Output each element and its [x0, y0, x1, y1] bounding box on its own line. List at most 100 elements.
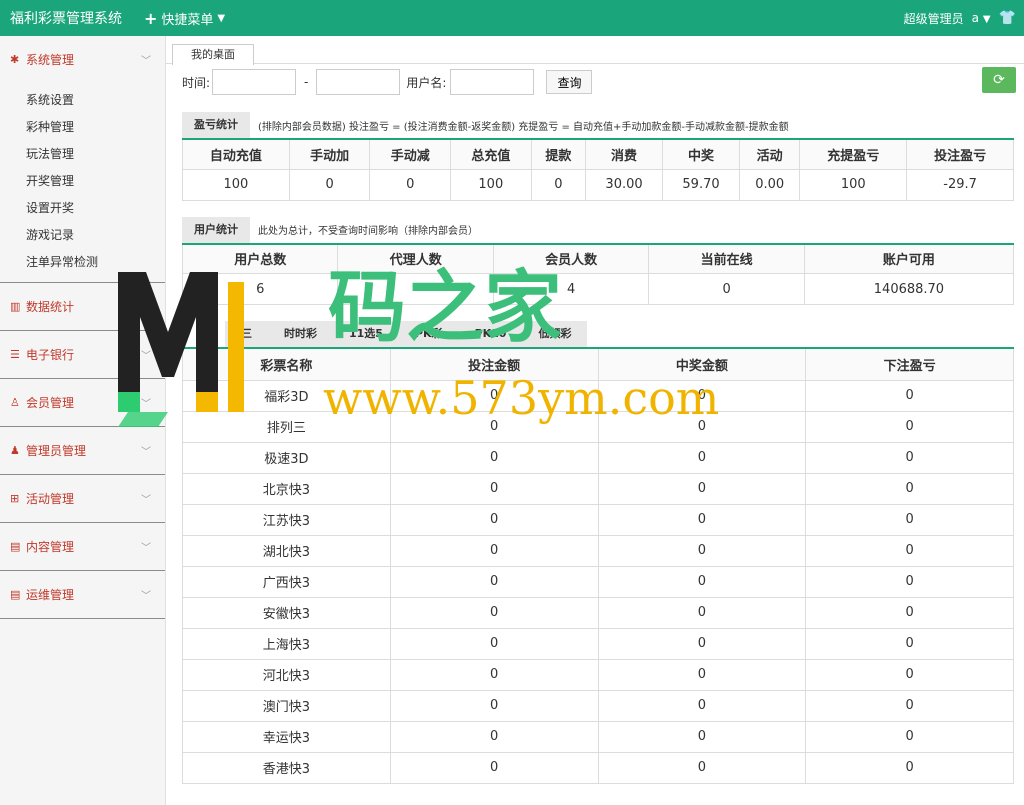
table-cell: 0 — [530, 168, 587, 201]
users-section-head: 用户统计 此处为总计，不受查询时间影响（排除内部会员） — [182, 216, 1024, 243]
table-cell: 0 — [389, 627, 599, 660]
table-cell: 0 — [648, 273, 805, 305]
tab-lottery-1[interactable]: 三 — [225, 321, 268, 347]
users-table: 用户总数 代理人数 会员人数 当前在线 账户可用 6 4 0 140688.70 — [181, 242, 1015, 305]
sidebar-subitem[interactable]: 玩法管理 — [0, 141, 165, 168]
sidebar-item-system[interactable]: ✱ 系统管理 ﹀ — [0, 36, 165, 83]
tab-my-desktop[interactable]: 我的桌面 — [172, 44, 254, 65]
table-cell: 59.70 — [662, 168, 741, 201]
username-label: 用户名: — [406, 75, 447, 90]
table-cell: 排列三 — [182, 410, 391, 443]
table-cell: 0 — [597, 441, 807, 474]
quick-menu-button[interactable]: + 快捷菜单 ▼ — [144, 9, 225, 28]
table-cell: 极速3D — [182, 441, 391, 474]
admin-icon: ♟ — [10, 444, 20, 457]
query-button[interactable]: 查询 — [546, 70, 593, 94]
table-cell: 广西快3 — [182, 565, 391, 598]
table-cell: 0 — [597, 720, 807, 753]
user-role: 超级管理员 — [903, 11, 964, 26]
table-cell: 0 — [805, 441, 1014, 474]
table-cell: 江苏快3 — [182, 503, 391, 536]
sidebar-label: 会员管理 — [26, 396, 75, 410]
sidebar-subitem[interactable]: 注单异常检测 — [0, 249, 165, 276]
table-row: 幸运快3 0 0 0 — [182, 720, 1014, 753]
column-header: 自动充值 — [182, 138, 290, 170]
chevron-down-icon: ﹀ — [141, 56, 151, 67]
sidebar-subitem[interactable]: 彩种管理 — [0, 114, 165, 141]
column-header: 总充值 — [450, 138, 532, 170]
table-row: 福彩3D 0 0 0 — [182, 379, 1014, 412]
table-cell: 0 — [805, 627, 1014, 660]
table-cell: 100 — [182, 168, 290, 201]
table-cell: 0 — [597, 410, 807, 443]
menu-group-bank: ☰ 电子银行 ﹀ — [0, 331, 165, 379]
menu-group-admins: ♟ 管理员管理 ﹀ — [0, 427, 165, 475]
chevron-down-icon: ﹀ — [141, 351, 151, 362]
chevron-down-icon: ﹀ — [141, 543, 151, 554]
document-icon: ▤ — [10, 540, 21, 553]
sidebar-item-content[interactable]: ▤ 内容管理 ﹀ — [0, 523, 165, 570]
table-cell: 0 — [389, 534, 599, 567]
table-cell: -29.7 — [906, 168, 1014, 201]
sidebar-item-activity[interactable]: ⊞ 活动管理 ﹀ — [0, 475, 165, 522]
sidebar-label: 系统管理 — [26, 53, 75, 67]
tab-lottery-5[interactable]: PK10 — [458, 321, 523, 347]
tab-lottery-0[interactable]: 福 — [182, 321, 225, 347]
tab-lottery-6[interactable]: 低频彩 — [522, 321, 588, 347]
menu-group-system: ✱ 系统管理 ﹀ 系统设置 彩种管理 玩法管理 开奖管理 设置开奖 游戏记录 注… — [0, 36, 165, 283]
table-cell: 0 — [389, 565, 599, 598]
username-input[interactable] — [450, 69, 535, 95]
table-row: 安徽快3 0 0 0 — [182, 596, 1014, 629]
table-row: 河北快3 0 0 0 — [182, 658, 1014, 691]
sidebar-label: 数据统计 — [26, 300, 75, 314]
table-cell: 0 — [805, 689, 1014, 722]
table-cell: 湖北快3 — [182, 534, 391, 567]
table-cell: 0 — [805, 379, 1014, 412]
table-cell: 上海快3 — [182, 627, 391, 660]
table-row: 上海快3 0 0 0 — [182, 627, 1014, 660]
table-cell: 0 — [389, 720, 599, 753]
tab-lottery-2[interactable]: 时时彩 — [268, 321, 333, 347]
sidebar-item-members[interactable]: ♙ 会员管理 ﹀ — [0, 379, 165, 426]
table-cell: 140688.70 — [803, 273, 1015, 305]
table-cell: 0 — [288, 168, 371, 201]
table-cell: 0 — [805, 596, 1014, 629]
user-menu[interactable]: a ▼ — [972, 11, 991, 25]
chevron-down-icon: ▼ — [217, 12, 226, 24]
filter-bar: 时间: - 用户名: 查询 — [166, 64, 1024, 100]
chevron-down-icon: ﹀ — [141, 447, 151, 458]
sidebar-subitem[interactable]: 设置开奖 — [0, 195, 165, 222]
top-header: 福利彩票管理系统 + 快捷菜单 ▼ 超级管理员 a ▼ 👕 — [0, 0, 1024, 36]
chevron-down-icon: ﹀ — [141, 303, 151, 314]
sidebar-subitem[interactable]: 游戏记录 — [0, 222, 165, 249]
tab-lottery-4[interactable]: PK彩 — [398, 321, 459, 347]
menu-group-stats: ▥ 数据统计 ﹀ — [0, 283, 165, 331]
time-label: 时间: — [182, 75, 211, 90]
profit-title: 盈亏统计 — [182, 112, 250, 138]
sidebar-item-ops[interactable]: ▤ 运维管理 ﹀ — [0, 571, 165, 618]
sidebar-item-admins[interactable]: ♟ 管理员管理 ﹀ — [0, 427, 165, 474]
table-cell: 0 — [597, 596, 807, 629]
menu-group-activity: ⊞ 活动管理 ﹀ — [0, 475, 165, 523]
table-cell: 0 — [597, 751, 807, 784]
tab-lottery-3[interactable]: 11选5 — [333, 321, 399, 347]
chevron-down-icon: ▼ — [982, 14, 991, 25]
table-cell: 0 — [805, 720, 1014, 753]
table-header-row: 自动充值 手动加 手动减 总充值 提款 消费 中奖 活动 充提盈亏 投注盈亏 — [182, 138, 1014, 170]
end-time-input[interactable] — [316, 69, 401, 95]
sidebar-item-stats[interactable]: ▥ 数据统计 ﹀ — [0, 283, 165, 330]
column-header: 当前在线 — [648, 243, 805, 274]
table-header-row: 用户总数 代理人数 会员人数 当前在线 账户可用 — [181, 243, 1015, 274]
gear-icon: ✱ — [10, 53, 20, 66]
column-header: 彩票名称 — [182, 347, 391, 381]
menu-group-ops: ▤ 运维管理 ﹀ — [0, 571, 165, 619]
sidebar-item-bank[interactable]: ☰ 电子银行 ﹀ — [0, 331, 165, 378]
table-cell: 0 — [369, 168, 452, 201]
theme-shirt-icon[interactable]: 👕 — [999, 10, 1016, 26]
column-header: 充提盈亏 — [799, 138, 908, 170]
sidebar-subitem[interactable]: 开奖管理 — [0, 168, 165, 195]
refresh-button[interactable]: ⟳ — [982, 67, 1016, 93]
sidebar-subitem[interactable]: 系统设置 — [0, 87, 165, 114]
table-cell: 0 — [389, 596, 599, 629]
start-time-input[interactable] — [212, 69, 297, 95]
